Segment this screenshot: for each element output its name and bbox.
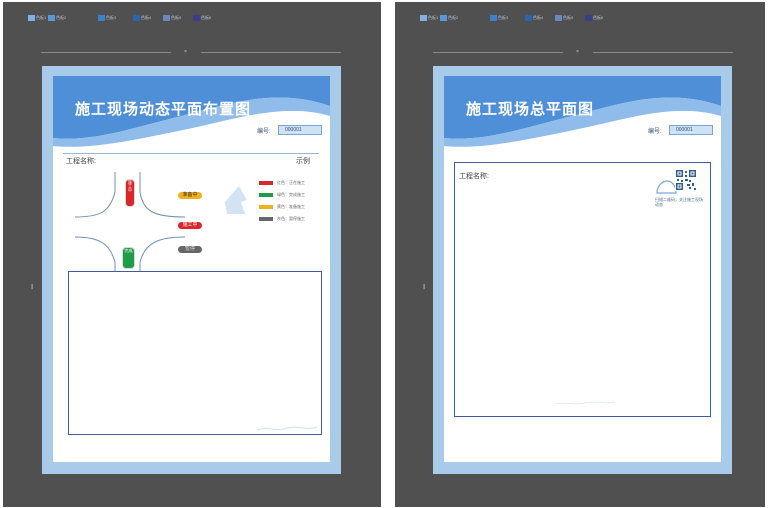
swatch-label: 色板5 — [563, 15, 574, 20]
guide-line — [593, 52, 733, 53]
project-name-label: 工程名称: — [66, 158, 96, 165]
code-label: 编号: — [648, 129, 662, 135]
code-value: 000001 — [285, 127, 302, 133]
project-name-label: 工程名称: — [459, 173, 489, 180]
side-mark: ∥ — [31, 284, 34, 290]
guide-line — [41, 52, 171, 53]
divider — [63, 153, 319, 154]
layout-frame[interactable]: 工程名称: 扫描二维码，关注施工现场动态 — [454, 162, 711, 417]
swatch-label: 色板4 — [533, 15, 544, 20]
wave-watermark — [555, 401, 615, 405]
wave-watermark — [257, 426, 317, 431]
status-pill-red: 施工中 — [178, 222, 202, 229]
swatch-label: 色板2 — [56, 15, 67, 20]
center-mark: × — [576, 49, 579, 55]
poster-sheet-1: 施工现场动态平面布置图 编号: 000001 工程名称: 示例 施工中 完成 准… — [42, 66, 341, 474]
layout-frame[interactable] — [68, 271, 322, 435]
page-title: 施工现场总平面图 — [466, 100, 595, 118]
artboard-panel-2: 色板1 色板2 色板3 色板4 色板5 色板6 × ∥ 施工现场总平面图 编号:… — [395, 2, 765, 507]
guide-line — [201, 52, 341, 53]
poster-content-2: 施工现场总平面图 编号: 000001 工程名称: 扫描二维码，关注施工现场动态 — [444, 76, 721, 462]
center-mark: × — [184, 49, 187, 55]
qr-code-icon — [675, 169, 697, 191]
status-pill-gray: 暂停 — [178, 246, 202, 253]
code-label: 编号: — [257, 129, 271, 135]
guide-line — [433, 52, 563, 53]
swatch-label: 色板6 — [201, 15, 212, 20]
poster-content-1: 施工现场动态平面布置图 编号: 000001 工程名称: 示例 施工中 完成 准… — [53, 76, 330, 462]
page-title: 施工现场动态平面布置图 — [75, 100, 252, 118]
legend-title: 示例 — [296, 158, 310, 165]
swatch-label: 色板3 — [106, 15, 117, 20]
artboard-panel-1: 色板1 色板2 色板3 色板4 色板5 色板6 × ∥ 施工现场动态平面布置图 … — [3, 2, 381, 507]
status-pill-yellow: 准备中 — [178, 192, 202, 199]
traffic-light-green: 完成 — [123, 248, 134, 268]
qr-caption: 扫描二维码，关注施工现场动态 — [655, 197, 703, 207]
code-value: 000001 — [676, 127, 693, 133]
road-diagram — [75, 172, 247, 282]
poster-sheet-2: 施工现场总平面图 编号: 000001 工程名称: 扫描二维码，关注施工现场动态 — [433, 66, 732, 474]
swatch-label: 色板5 — [171, 15, 182, 20]
traffic-light-red: 施工中 — [126, 180, 134, 206]
swatch-label: 色板3 — [498, 15, 509, 20]
swatch-label: 色板1 — [36, 15, 47, 20]
swatch-label: 色板1 — [428, 15, 439, 20]
swatch-label: 色板6 — [593, 15, 604, 20]
helmet-logo-icon — [656, 180, 677, 194]
swatch-label: 色板2 — [448, 15, 459, 20]
side-mark: ∥ — [423, 284, 426, 290]
swatch-label: 色板4 — [141, 15, 152, 20]
